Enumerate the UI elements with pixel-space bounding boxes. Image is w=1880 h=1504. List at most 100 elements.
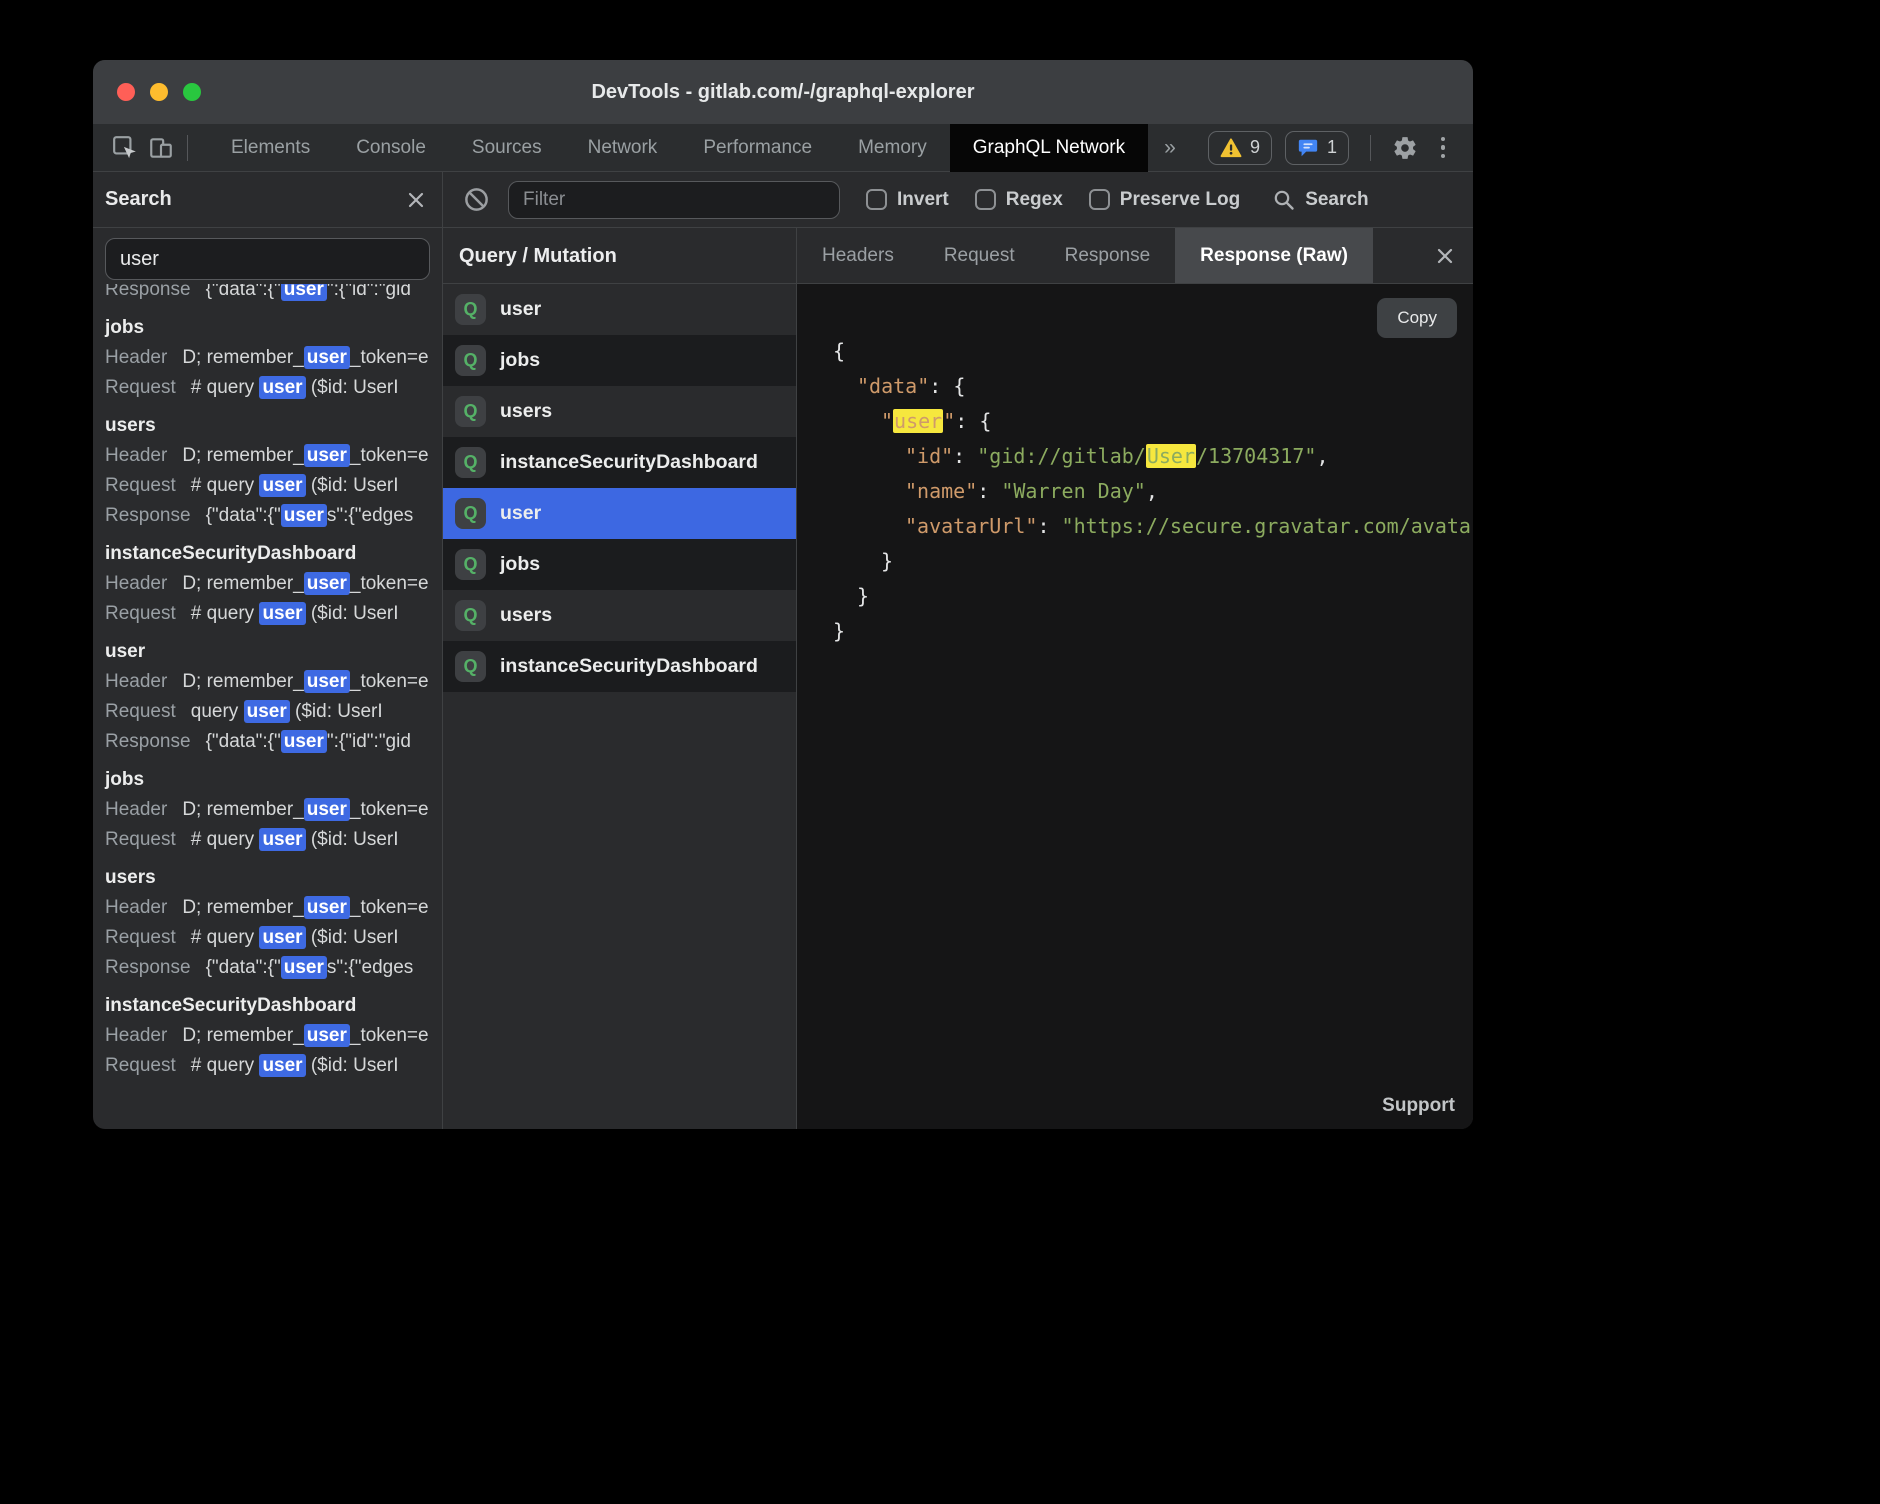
checkbox-preserve-log[interactable]: Preserve Log (1089, 189, 1240, 211)
result-line[interactable]: Request# query user ($id: UserI (93, 1051, 442, 1081)
search-match-highlight: user (259, 474, 305, 497)
detail-tabs: HeadersRequestResponseResponse (Raw) (797, 228, 1473, 284)
result-line-label: Request (105, 603, 176, 624)
tab-sources[interactable]: Sources (449, 124, 565, 172)
result-group-title-instancesecuritydashboard: instanceSecurityDashboard (93, 539, 442, 569)
json-line: "name": "Warren Day", (797, 474, 1473, 509)
tab-console[interactable]: Console (333, 124, 449, 172)
result-group-title-jobs: jobs (93, 313, 442, 343)
query-item-label: instanceSecurityDashboard (500, 655, 758, 678)
search-match-highlight: user (281, 730, 327, 753)
result-line-label: Request (105, 701, 176, 722)
search-match-highlight: user (304, 346, 350, 369)
result-line-text: query user ($id: UserI (191, 700, 383, 723)
result-line[interactable]: Response{"data":{"user":{"id":"gid (93, 284, 442, 305)
query-item-instancesecuritydashboard[interactable]: QinstanceSecurityDashboard (443, 641, 796, 692)
tab-performance[interactable]: Performance (680, 124, 835, 172)
search-results-list: Response{"data":{"user":{"id":"gidjobsHe… (93, 284, 442, 1129)
query-item-users[interactable]: Qusers (443, 590, 796, 641)
device-toolbar-icon[interactable] (143, 130, 179, 166)
result-line[interactable]: Request# query user ($id: UserI (93, 599, 442, 629)
search-match-highlight: user (304, 444, 350, 467)
tab-network[interactable]: Network (565, 124, 681, 172)
search-match-highlight: user (259, 602, 305, 625)
result-line[interactable]: HeaderD; remember_user_token=e (93, 795, 442, 825)
query-type-badge: Q (455, 294, 486, 325)
checkbox-box-invert[interactable] (866, 189, 887, 210)
search-match-highlight: user (281, 504, 327, 527)
search-icon (1272, 188, 1296, 212)
query-item-label: user (500, 298, 541, 321)
tab-elements[interactable]: Elements (208, 124, 333, 172)
query-item-user[interactable]: Quser (443, 284, 796, 335)
more-tabs-chevron[interactable]: » (1148, 136, 1192, 160)
warning-icon (1220, 138, 1242, 158)
query-item-users[interactable]: Qusers (443, 386, 796, 437)
clear-requests-icon[interactable] (463, 186, 490, 213)
json-line: "user": { (797, 404, 1473, 439)
result-line[interactable]: Response{"data":{"users":{"edges (93, 953, 442, 983)
copy-button[interactable]: Copy (1377, 298, 1457, 338)
result-line-text: {"data":{"users":{"edges (206, 504, 414, 527)
tab-memory[interactable]: Memory (835, 124, 950, 172)
checkbox-label-preserve-log: Preserve Log (1120, 189, 1240, 211)
tab-graphql-network[interactable]: GraphQL Network (950, 124, 1148, 172)
response-raw-view: Copy {"data": {"user": {"id": "gid://git… (797, 284, 1473, 1129)
query-item-jobs[interactable]: Qjobs (443, 335, 796, 386)
detail-tab-headers[interactable]: Headers (797, 228, 919, 283)
network-search-toggle[interactable]: Search (1272, 188, 1368, 212)
detail-tab-response-raw[interactable]: Response (Raw) (1175, 228, 1373, 283)
filter-input[interactable] (508, 181, 840, 219)
detail-tab-response[interactable]: Response (1040, 228, 1176, 283)
query-type-badge: Q (455, 396, 486, 427)
request-detail-pane: HeadersRequestResponseResponse (Raw) Cop… (797, 228, 1473, 1129)
result-line[interactable]: HeaderD; remember_user_token=e (93, 441, 442, 471)
query-item-instancesecuritydashboard[interactable]: QinstanceSecurityDashboard (443, 437, 796, 488)
result-line[interactable]: Response{"data":{"users":{"edges (93, 501, 442, 531)
search-match-highlight: user (304, 572, 350, 595)
result-line[interactable]: HeaderD; remember_user_token=e (93, 667, 442, 697)
issues-warning-badge[interactable]: 9 (1208, 131, 1272, 165)
result-line-text: {"data":{"users":{"edges (206, 956, 414, 979)
search-match-highlight: user (281, 284, 327, 301)
result-line[interactable]: Request# query user ($id: UserI (93, 373, 442, 403)
checkbox-invert[interactable]: Invert (866, 189, 949, 211)
checkbox-box-preserve-log[interactable] (1089, 189, 1110, 210)
result-line[interactable]: Request# query user ($id: UserI (93, 923, 442, 953)
result-line-text: # query user ($id: UserI (191, 474, 399, 497)
query-item-jobs[interactable]: Qjobs (443, 539, 796, 590)
support-link[interactable]: Support (1382, 1095, 1455, 1117)
devtools-content: Response{"data":{"user":{"id":"gidjobsHe… (93, 228, 1473, 1129)
kebab-menu-icon[interactable] (1431, 137, 1455, 159)
result-line[interactable]: Response{"data":{"user":{"id":"gid (93, 727, 442, 757)
result-line-label: Response (105, 731, 191, 752)
json-line: } (797, 544, 1473, 579)
inspect-element-icon[interactable] (107, 130, 143, 166)
checkbox-regex[interactable]: Regex (975, 189, 1063, 211)
result-line[interactable]: Request# query user ($id: UserI (93, 825, 442, 855)
messages-badge[interactable]: 1 (1285, 131, 1349, 165)
result-line[interactable]: HeaderD; remember_user_token=e (93, 343, 442, 373)
result-line-text: D; remember_user_token=e (182, 444, 428, 467)
checkbox-box-regex[interactable] (975, 189, 996, 210)
result-line[interactable]: HeaderD; remember_user_token=e (93, 569, 442, 599)
devtools-window: DevTools - gitlab.com/-/graphql-explorer… (93, 60, 1473, 1129)
close-detail-icon[interactable] (1435, 246, 1455, 266)
result-line-label: Header (105, 671, 167, 692)
result-line[interactable]: Request # query user ($id: UserI (93, 471, 442, 501)
warning-count: 9 (1250, 137, 1260, 158)
result-line-text: D; remember_user_token=e (182, 1024, 428, 1047)
search-match-highlight: user (304, 1024, 350, 1047)
result-line[interactable]: HeaderD; remember_user_token=e (93, 893, 442, 923)
close-search-icon[interactable] (406, 190, 426, 210)
result-line[interactable]: Request query user ($id: UserI (93, 697, 442, 727)
detail-tab-request[interactable]: Request (919, 228, 1040, 283)
query-item-user[interactable]: Quser (443, 488, 796, 539)
result-line[interactable]: HeaderD; remember_user_token=e (93, 1021, 442, 1051)
result-line-label: Request (105, 475, 176, 496)
settings-gear-icon[interactable] (1392, 135, 1418, 161)
result-group-title-jobs: jobs (93, 765, 442, 795)
search-input[interactable] (105, 238, 430, 280)
result-line-label: Header (105, 897, 167, 918)
search-pane-title: Search (105, 188, 172, 211)
